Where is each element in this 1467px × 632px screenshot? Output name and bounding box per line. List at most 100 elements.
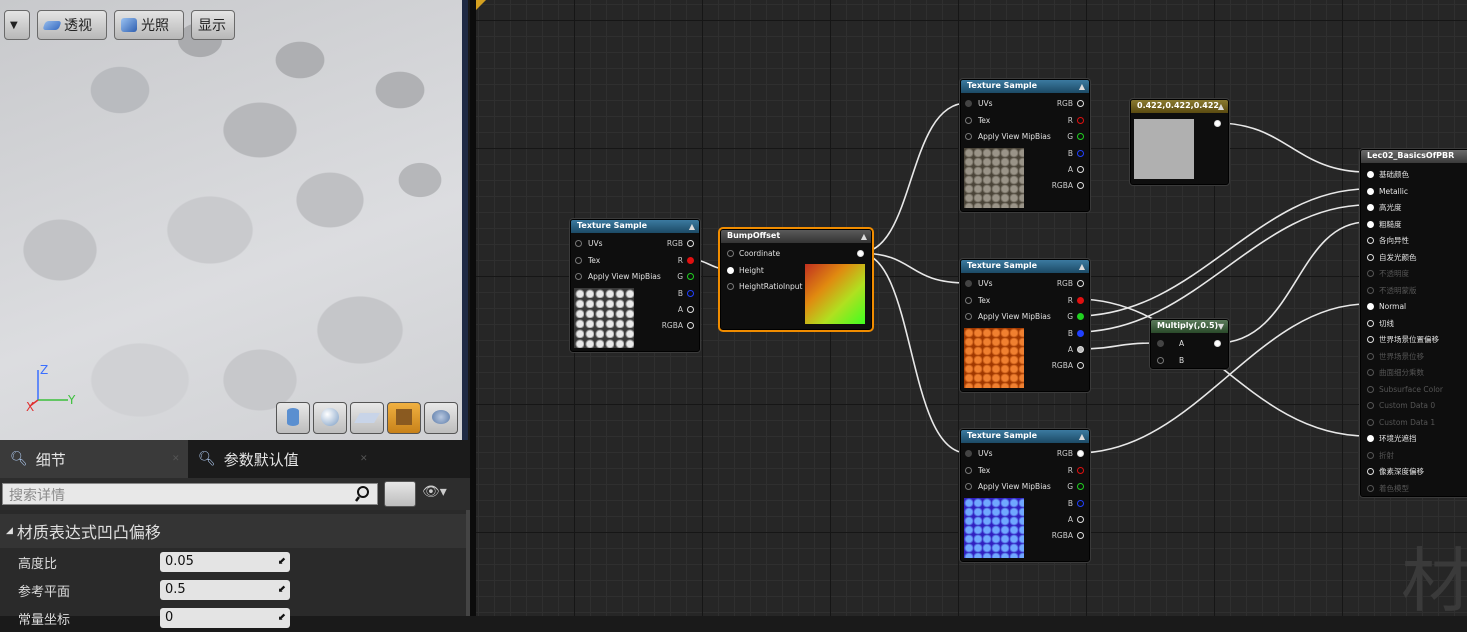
rgb-output-pin[interactable] — [687, 240, 694, 247]
viewport-menu-button[interactable]: ▼ — [4, 10, 30, 40]
rgba-output-pin[interactable] — [1077, 362, 1084, 369]
rgba-output-pin[interactable] — [687, 322, 694, 329]
g-output-pin[interactable] — [687, 273, 694, 280]
close-icon[interactable]: ✕ — [360, 454, 368, 464]
collapse-arrow-icon[interactable]: ▲ — [1079, 432, 1085, 441]
mip-input-pin[interactable] — [575, 273, 582, 280]
search-details-input[interactable]: 搜索详情 — [2, 483, 378, 505]
material-input-pin[interactable] — [1367, 187, 1374, 195]
material-input-pin[interactable] — [1367, 435, 1374, 442]
multiply-node[interactable]: Multiply(,0.5) ▼ A B — [1150, 319, 1229, 369]
material-input-pin[interactable] — [1367, 336, 1374, 343]
r-output-pin[interactable] — [1077, 117, 1084, 124]
mip-input-pin[interactable] — [965, 133, 972, 140]
plane-preview-button[interactable] — [350, 402, 384, 434]
a-output-pin[interactable] — [1077, 166, 1084, 173]
material-input-pin[interactable] — [1367, 253, 1374, 261]
r-output-pin[interactable] — [1077, 467, 1084, 474]
a-output-pin[interactable] — [1077, 516, 1084, 523]
material-input-pin[interactable] — [1367, 220, 1374, 228]
material-input-pin[interactable] — [1367, 171, 1374, 178]
material-input-pin[interactable] — [1367, 468, 1374, 475]
tab-details[interactable]: 🔍︎ 细节 ✕ — [0, 440, 188, 478]
constant-coordinate-field[interactable]: 0 ⬋ — [160, 608, 290, 628]
eye-visibility-icon[interactable]: 👁︎▾ — [422, 484, 452, 504]
material-input-pin[interactable] — [1367, 270, 1374, 277]
tab-parameter-defaults[interactable]: 🔍︎ 参数默认值 ✕ — [188, 440, 376, 478]
bump-output-pin[interactable] — [857, 250, 864, 257]
mip-input-pin[interactable] — [965, 313, 972, 320]
material-result-node[interactable]: Lec02_BasicsOfPBR 基础颜色 Metallic 高光度 粗糙度 各向异性… — [1360, 149, 1467, 497]
custom-mesh-preview-button[interactable] — [424, 402, 458, 434]
reference-plane-field[interactable]: 0.5 ⬋ — [160, 580, 290, 600]
lighting-button[interactable]: 光照 — [114, 10, 184, 40]
rgb-output-pin[interactable] — [1077, 450, 1084, 457]
height-ratio-input-pin[interactable] — [727, 283, 734, 290]
material-input-pin[interactable] — [1367, 385, 1374, 393]
g-output-pin[interactable] — [1077, 133, 1084, 140]
material-input-pin[interactable] — [1367, 369, 1374, 376]
height-ratio-field[interactable]: 0.05 ⬋ — [160, 552, 290, 572]
perspective-button[interactable]: 透视 — [37, 10, 107, 40]
multiply-output-pin[interactable] — [1214, 340, 1221, 347]
tex-input-pin[interactable] — [965, 467, 972, 474]
uvs-input-pin[interactable] — [965, 100, 972, 107]
r-output-pin[interactable] — [687, 257, 694, 264]
property-matrix-button[interactable] — [384, 481, 416, 507]
mip-input-pin[interactable] — [965, 483, 972, 490]
g-output-pin[interactable] — [1077, 483, 1084, 490]
material-input-pin[interactable] — [1367, 237, 1374, 244]
cylinder-preview-button[interactable] — [276, 402, 310, 434]
tex-input-pin[interactable] — [965, 117, 972, 124]
material-graph-canvas[interactable]: Texture Sample ▲ UVs Tex Apply View MipBi… — [476, 0, 1467, 616]
height-input-pin[interactable] — [727, 267, 734, 274]
multiply-b-input-pin[interactable] — [1157, 357, 1164, 364]
material-input-pin[interactable] — [1367, 402, 1374, 409]
tex-input-pin[interactable] — [575, 257, 582, 264]
b-output-pin[interactable] — [1077, 150, 1084, 157]
collapse-arrow-icon[interactable]: ▲ — [861, 232, 867, 241]
uvs-input-pin[interactable] — [965, 450, 972, 457]
search-icon[interactable] — [355, 485, 373, 503]
g-output-pin[interactable] — [1077, 313, 1084, 320]
coordinate-input-pin[interactable] — [727, 250, 734, 257]
material-input-pin[interactable] — [1367, 451, 1374, 459]
show-button[interactable]: 显示 — [191, 10, 235, 40]
b-output-pin[interactable] — [687, 290, 694, 297]
texture-sample-node-4[interactable]: Texture Sample ▲ UVs Tex Apply View MipBi… — [960, 429, 1090, 562]
material-input-pin[interactable] — [1367, 418, 1374, 426]
r-output-pin[interactable] — [1077, 297, 1084, 304]
texture-sample-node-3[interactable]: Texture Sample ▲ UVs Tex Apply View MipBi… — [960, 259, 1090, 392]
cube-preview-button[interactable] — [387, 402, 421, 434]
material-input-pin[interactable] — [1367, 319, 1374, 327]
b-output-pin[interactable] — [1077, 330, 1084, 337]
texture-sample-node-2[interactable]: Texture Sample ▲ UVs Tex Apply View MipBi… — [960, 79, 1090, 212]
constant-output-pin[interactable] — [1214, 120, 1221, 127]
constant3-node[interactable]: 0.422,0.422,0.422 ▲ — [1130, 99, 1229, 185]
uvs-input-pin[interactable] — [965, 280, 972, 287]
multiply-a-input-pin[interactable] — [1157, 340, 1164, 347]
collapse-arrow-icon[interactable]: ▲ — [1079, 82, 1085, 91]
material-input-pin[interactable] — [1367, 484, 1374, 492]
material-preview-viewport[interactable]: ▼ 透视 光照 显示 Z Y X — [0, 0, 468, 440]
collapse-arrow-icon[interactable]: ▼ — [1218, 322, 1224, 331]
rgba-output-pin[interactable] — [1077, 182, 1084, 189]
material-input-pin[interactable] — [1367, 204, 1374, 211]
sphere-preview-button[interactable] — [313, 402, 347, 434]
tex-input-pin[interactable] — [965, 297, 972, 304]
rgb-output-pin[interactable] — [1077, 100, 1084, 107]
material-input-pin[interactable] — [1367, 352, 1374, 360]
uvs-input-pin[interactable] — [575, 240, 582, 247]
section-header[interactable]: ◢ 材质表达式凹凸偏移 — [0, 514, 470, 548]
a-output-pin[interactable] — [1077, 346, 1084, 353]
collapse-arrow-icon[interactable]: ▲ — [689, 222, 695, 231]
collapse-arrow-icon[interactable]: ▲ — [1218, 102, 1224, 111]
material-input-pin[interactable] — [1367, 303, 1374, 310]
b-output-pin[interactable] — [1077, 500, 1084, 507]
bump-offset-node[interactable]: BumpOffset ▲ Coordinate Height HeightRati… — [720, 229, 872, 330]
texture-sample-node-1[interactable]: Texture Sample ▲ UVs Tex Apply View MipBi… — [570, 219, 700, 352]
close-icon[interactable]: ✕ — [172, 454, 180, 464]
rgb-output-pin[interactable] — [1077, 280, 1084, 287]
rgba-output-pin[interactable] — [1077, 532, 1084, 539]
material-input-pin[interactable] — [1367, 286, 1374, 294]
